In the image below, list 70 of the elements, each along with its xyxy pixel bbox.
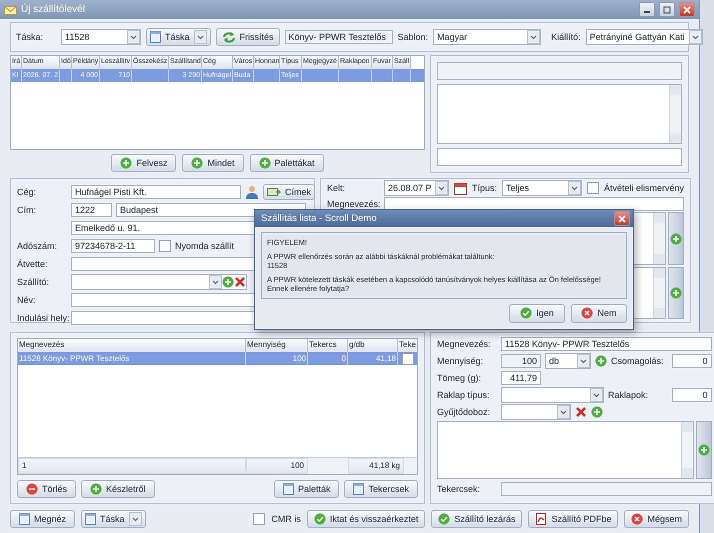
text-field[interactable]: 11528 Könyv- PPWR Tesztelős: [501, 337, 712, 351]
column-header[interactable]: Tekercs: [308, 339, 348, 352]
pdf-button[interactable]: Szállító PDFbe: [528, 510, 618, 528]
addresses-button[interactable]: Címek: [263, 184, 316, 200]
field-label: Név:: [17, 295, 37, 305]
table-cell: 11528 Könyv- PPWR Tesztelős: [18, 352, 246, 365]
field-label: Kiállító:: [551, 32, 581, 42]
sheet-button[interactable]: Paletták: [274, 480, 340, 498]
dropdown-field[interactable]: 11528: [61, 29, 141, 45]
dropdown-field[interactable]: 26.08.07 P: [384, 180, 449, 196]
add-button[interactable]: Mindet: [182, 154, 244, 172]
column-header[interactable]: g/db: [348, 339, 398, 352]
add-button[interactable]: Felvesz: [111, 154, 176, 172]
column-header[interactable]: Teke: [398, 339, 417, 352]
field-label: Adószám:: [17, 241, 58, 251]
bag-split-button[interactable]: Táska: [81, 510, 146, 528]
yes-button[interactable]: Igen: [509, 304, 565, 322]
field-label: Szállító:: [17, 277, 50, 287]
field-label: Típus:: [472, 183, 498, 193]
column-header[interactable]: Mennyiség: [246, 339, 308, 352]
field-label: Kelt:: [327, 183, 346, 193]
cancel-button[interactable]: Mégsem: [624, 510, 689, 528]
dropdown-field[interactable]: db: [545, 353, 591, 369]
field-label: Átvette:: [17, 259, 49, 269]
column-header[interactable]: Megnevezés: [18, 339, 246, 352]
no-button[interactable]: Nem: [571, 304, 627, 322]
dropdown-field[interactable]: Magyar: [433, 29, 542, 45]
zip-field[interactable]: 1222: [71, 203, 112, 217]
field-label: Csomagolás:: [611, 356, 664, 366]
checkbox-label: Nyomda szállít: [175, 241, 234, 251]
company-field[interactable]: Hufnágel Pisti Kft.: [71, 185, 241, 199]
weight-field[interactable]: 411,79: [501, 371, 541, 385]
field-label: Cég:: [17, 187, 38, 197]
field-label: Megnevezés:: [437, 339, 492, 349]
quantity-field[interactable]: 100: [501, 354, 541, 368]
sheet-button[interactable]: Tekercsek: [344, 480, 418, 498]
field-label: Raklapok:: [608, 390, 648, 400]
checkbox-label: CMR is: [271, 514, 301, 524]
field-label: Gyűjtődoboz:: [437, 407, 492, 417]
action-button[interactable]: Szállító lezárás: [431, 510, 522, 528]
field-label: Mennyiség:: [437, 356, 484, 366]
add-button[interactable]: Készletről: [81, 480, 155, 498]
pallets-field[interactable]: 0: [672, 388, 712, 402]
tax-number-field[interactable]: 97234678-2-11: [71, 239, 155, 253]
field-label: Tekercsek:: [437, 484, 482, 494]
checkbox-label: Átvételi elismervény: [604, 183, 684, 193]
bag-split-button[interactable]: Táska: [146, 28, 211, 46]
field-label: Cím:: [17, 205, 37, 215]
refresh-button[interactable]: Frissítés: [216, 28, 280, 46]
window-title: Új szállítólevél: [21, 4, 86, 15]
table-cell: 100: [246, 352, 308, 365]
table-cell: 41,18: [348, 352, 398, 365]
product-field: Könyv- PPWR Tesztelős: [284, 30, 393, 44]
action-button[interactable]: Iktat és visszaérkeztet: [306, 510, 426, 528]
field-label: Indulási hely:: [17, 313, 67, 323]
field-label: Megnevezés:: [327, 198, 379, 208]
packing-field[interactable]: 0: [672, 354, 712, 368]
field-label: Tömeg (g):: [437, 373, 482, 383]
add-button[interactable]: Palettákat: [250, 154, 324, 172]
view-button[interactable]: Megnéz: [10, 510, 76, 528]
summary-cell: 41,18 kg: [348, 458, 404, 474]
delete-button[interactable]: Törlés: [17, 480, 76, 498]
field-label: Raklap típus:: [437, 390, 491, 400]
field-label: Táska:: [16, 32, 44, 42]
dropdown-field[interactable]: Teljes: [502, 180, 582, 196]
summary-cell: 100: [246, 458, 308, 474]
summary-cell: 1: [18, 458, 246, 474]
table-cell: 0: [308, 352, 348, 365]
dropdown-field[interactable]: Petrányiné Gattyán Kati: [586, 29, 703, 45]
field-label: Sablon:: [398, 32, 428, 42]
